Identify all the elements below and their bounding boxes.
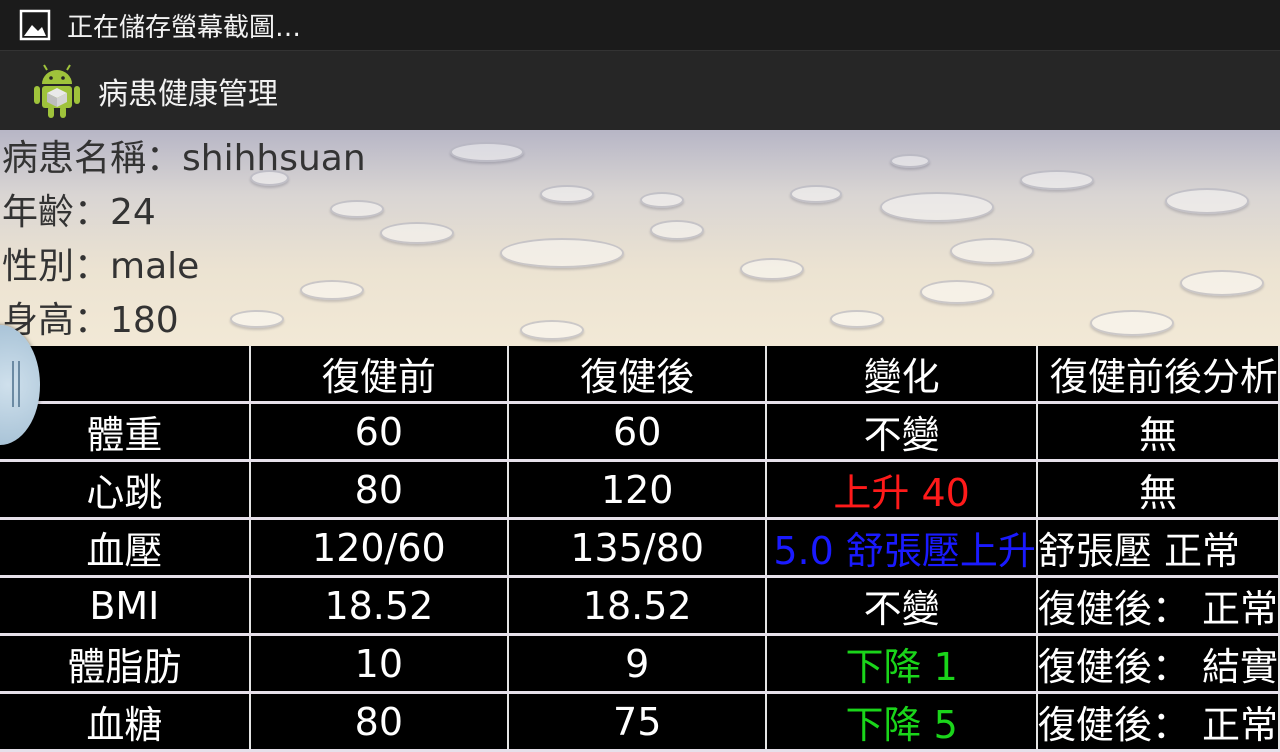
app-title: 病患健康管理 xyxy=(98,77,278,112)
patient-height: 身高：180 xyxy=(2,300,179,341)
health-table: 復健前 復健後 變化 復健前後分析 體重 60 60 不變 無 心跳 80 12… xyxy=(0,346,1280,752)
after-value: 9 xyxy=(508,634,768,694)
table-row: 心跳 80 120 上升 40 無 xyxy=(0,460,1280,520)
change-value: 下降 1 xyxy=(766,634,1038,694)
row-label: 血壓 xyxy=(0,518,251,578)
status-bar: 正在儲存螢幕截圖… xyxy=(0,0,1280,50)
before-value: 120/60 xyxy=(249,518,510,578)
row-label: 體脂肪 xyxy=(0,634,251,694)
before-value: 80 xyxy=(249,460,510,520)
change-value: 不變 xyxy=(766,402,1038,462)
row-label: 血糖 xyxy=(0,692,251,752)
row-label: 心跳 xyxy=(0,460,251,520)
after-value: 135/80 xyxy=(508,518,768,578)
change-value: 不變 xyxy=(766,576,1038,636)
analysis-value: 無 xyxy=(1036,460,1280,520)
analysis-value: 無 xyxy=(1036,402,1280,462)
change-value: 上升 40 xyxy=(766,460,1038,520)
row-label: 體重 xyxy=(0,402,251,462)
patient-gender: 性別：male xyxy=(2,246,200,287)
analysis-value: 復健後： 正常 xyxy=(1036,692,1280,752)
table-row: 血糖 80 75 下降 5 復健後： 正常 xyxy=(0,692,1280,752)
before-value: 10 xyxy=(249,634,510,694)
action-bar: 病患健康管理 xyxy=(0,50,1280,131)
patient-info-panel: 病患名稱：shihhsuan 年齡：24 性別：male 身高：180 xyxy=(0,130,1280,346)
analysis-value: 復健後： 正常 xyxy=(1036,576,1280,636)
change-value: 5.0 舒張壓上升 xyxy=(766,518,1038,578)
before-value: 60 xyxy=(249,402,510,462)
after-value: 18.52 xyxy=(508,576,768,636)
header-cell: 復健後 xyxy=(508,346,768,404)
after-value: 120 xyxy=(508,460,768,520)
before-value: 80 xyxy=(249,692,510,752)
header-cell: 復健前後分析 xyxy=(1036,346,1280,404)
android-logo-icon[interactable] xyxy=(32,62,82,120)
image-icon xyxy=(19,9,51,41)
change-value: 下降 5 xyxy=(766,692,1038,752)
header-cell: 變化 xyxy=(766,346,1038,404)
table-row: 血壓 120/60 135/80 5.0 舒張壓上升 舒張壓 正常 xyxy=(0,518,1280,578)
before-value: 18.52 xyxy=(249,576,510,636)
patient-age: 年齡：24 xyxy=(2,192,156,233)
after-value: 75 xyxy=(508,692,768,752)
table-row: 體脂肪 10 9 下降 1 復健後： 結實 xyxy=(0,634,1280,694)
table-row: 體重 60 60 不變 無 xyxy=(0,402,1280,462)
header-cell: 復健前 xyxy=(249,346,510,404)
table-header-row: 復健前 復健後 變化 復健前後分析 xyxy=(0,346,1280,404)
table-row: BMI 18.52 18.52 不變 復健後： 正常 xyxy=(0,576,1280,636)
analysis-value: 復健後： 結實 xyxy=(1036,634,1280,694)
after-value: 60 xyxy=(508,402,768,462)
row-label: BMI xyxy=(0,576,251,636)
analysis-value: 舒張壓 正常 xyxy=(1036,518,1280,578)
patient-name: 病患名稱：shihhsuan xyxy=(2,138,366,179)
status-text: 正在儲存螢幕截圖… xyxy=(67,12,302,43)
